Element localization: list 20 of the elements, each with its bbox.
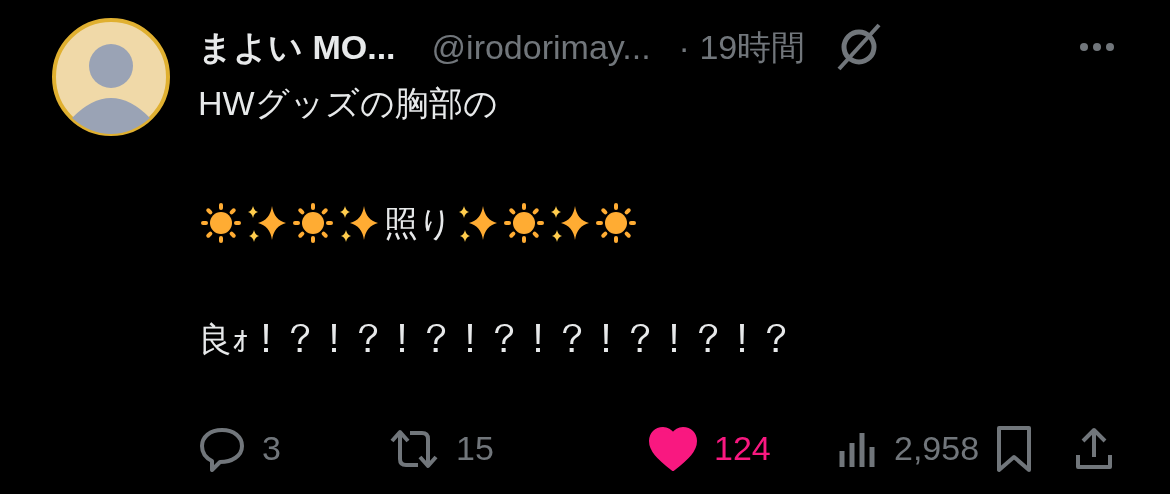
repost-count: 15 xyxy=(456,428,494,469)
post-text: 照り xyxy=(384,203,453,244)
user-handle[interactable]: @irodorimay... xyxy=(431,21,651,73)
sun-icon xyxy=(290,200,336,246)
bookmark-icon[interactable] xyxy=(995,424,1034,473)
display-name[interactable]: まよい MO... xyxy=(198,21,396,73)
avatar[interactable] xyxy=(52,18,170,136)
sun-icon xyxy=(198,200,244,246)
reply-count: 3 xyxy=(262,428,281,469)
share-icon[interactable] xyxy=(1074,426,1114,471)
post-text: HWグッズの胸部の xyxy=(198,83,499,124)
sun-icon xyxy=(593,200,639,246)
reply-icon[interactable] xyxy=(198,425,246,472)
like-count: 124 xyxy=(714,428,771,469)
post-time[interactable]: · 19時間 xyxy=(678,21,806,73)
heart-icon[interactable] xyxy=(648,426,698,471)
sun-icon xyxy=(501,200,547,246)
more-icon[interactable] xyxy=(1080,43,1114,51)
view-count: 2,958 xyxy=(894,428,980,469)
post-text: 良ｫ！？！？！？！？！？！？！？！？ xyxy=(198,319,794,360)
